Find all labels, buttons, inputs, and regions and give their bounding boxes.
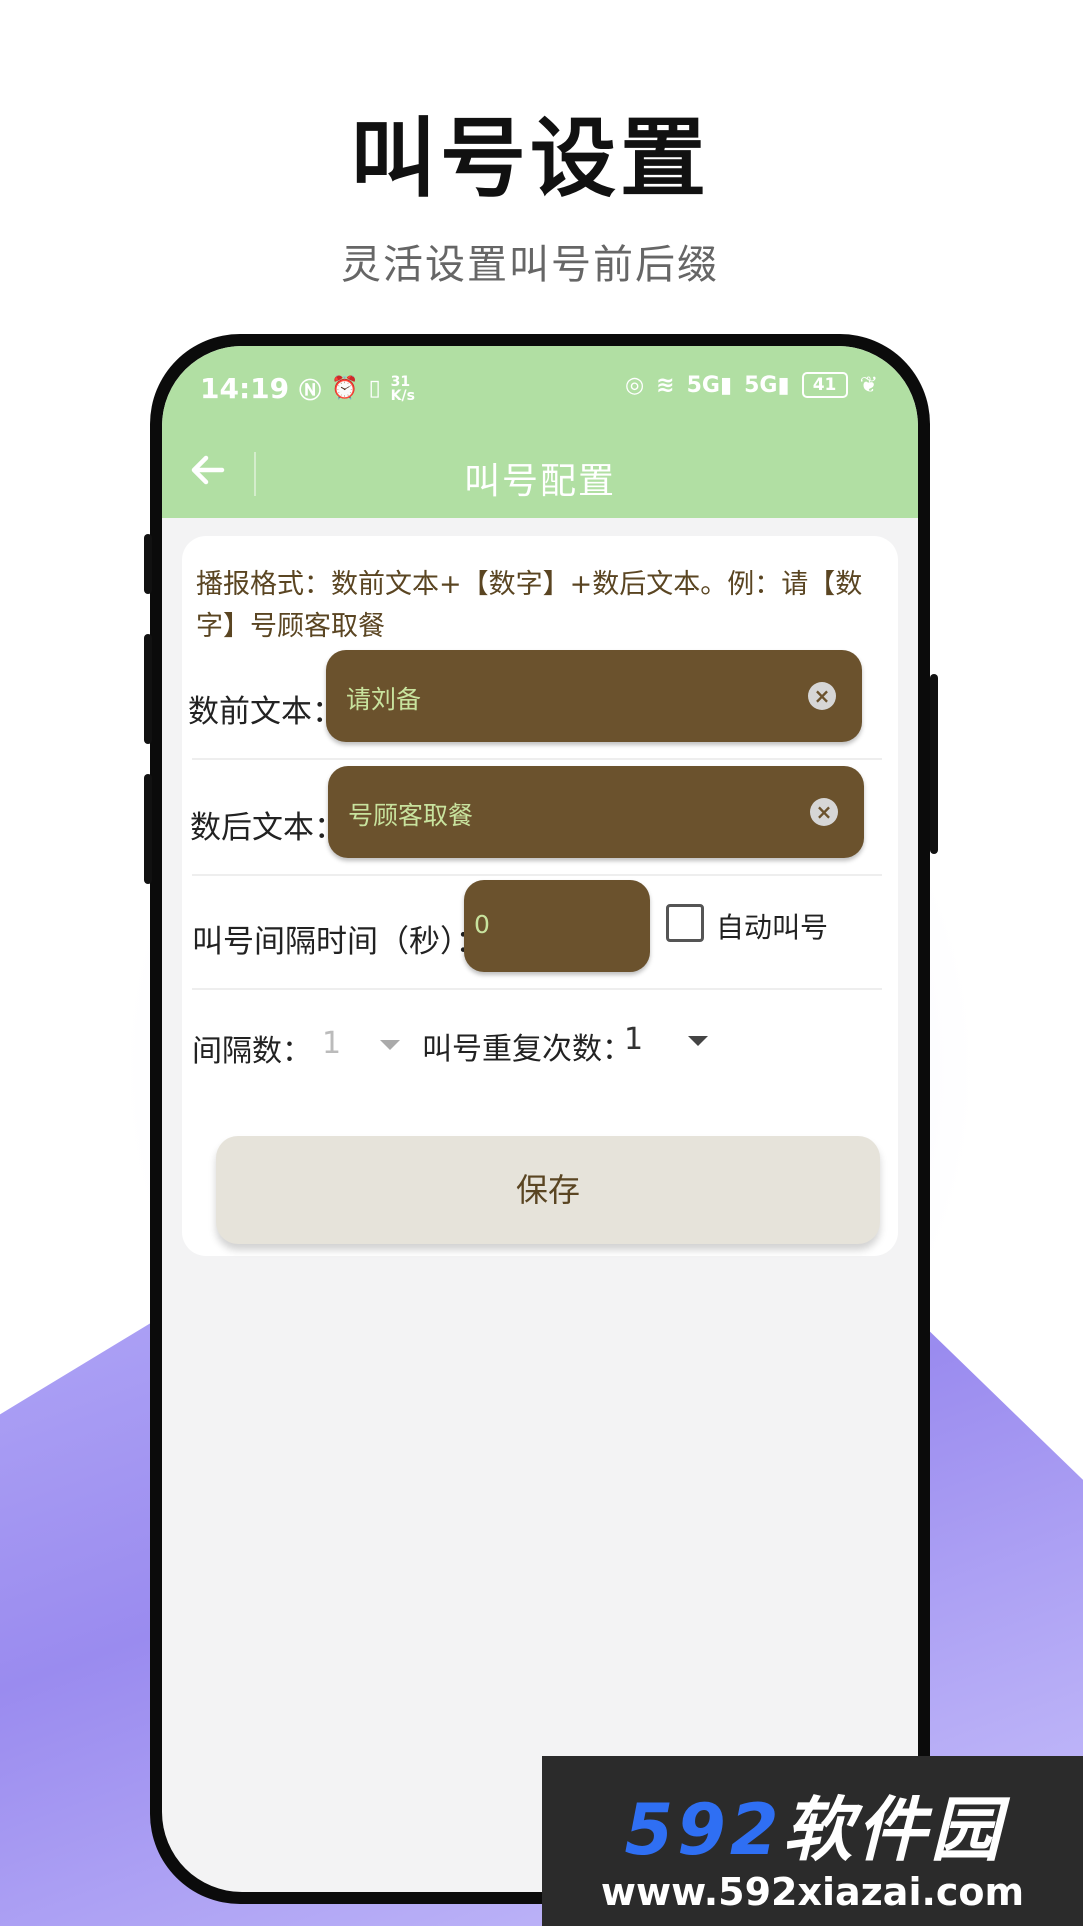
interval-time-value: 0	[474, 910, 490, 939]
nfc-icon: Ⓝ	[299, 378, 322, 404]
suffix-input-value: 号顾客取餐	[348, 801, 474, 830]
interval-time-input[interactable]: 0	[464, 880, 650, 972]
hero-title: 叫号设置	[350, 109, 710, 209]
watermark-logo: 592软件园	[552, 1774, 1077, 1875]
signal-5g-icon: 5G▮	[686, 372, 733, 398]
signal-5g-icon: 5G▮	[744, 372, 790, 398]
status-time: 14:19	[200, 372, 290, 405]
divider	[192, 988, 882, 990]
interval-count-label: 间隔数：	[192, 1034, 312, 1069]
net-speed: 31 K/s	[390, 373, 415, 404]
watermark-logo-num: 592	[624, 1789, 783, 1871]
phone-frame: 14:19 Ⓝ ⏰ ▯ 31 K/s ◎ ≋ 5G▮ 5G▮ 41 ❦ 叫号配置…	[144, 334, 938, 1904]
chevron-down-icon[interactable]	[380, 1040, 400, 1050]
interval-count-dropdown[interactable]: 1	[322, 1026, 341, 1061]
phone-power-button	[930, 674, 938, 854]
vibrate-icon: ▯	[368, 376, 381, 401]
wifi-icon: ≋	[656, 372, 675, 398]
divider	[192, 874, 882, 876]
phone-screen: 14:19 Ⓝ ⏰ ▯ 31 K/s ◎ ≋ 5G▮ 5G▮ 41 ❦ 叫号配置…	[162, 346, 918, 1892]
phone-side-button	[144, 634, 152, 744]
page-title: 叫号配置	[463, 461, 616, 502]
hotspot-icon: ◎	[624, 372, 645, 398]
app-bar: 14:19 Ⓝ ⏰ ▯ 31 K/s ◎ ≋ 5G▮ 5G▮ 41 ❦ 叫号配置	[162, 346, 918, 518]
format-note: 播报格式：数前文本+【数字】+数后文本。例：请【数字】号顾客取餐	[196, 569, 863, 642]
clear-icon[interactable]: ×	[810, 798, 838, 826]
prefix-label: 数前文本：	[188, 694, 343, 730]
watermark-url: www.592xiazai.com	[600, 1870, 1025, 1914]
suffix-input[interactable]: 号顾客取餐 ×	[328, 766, 864, 858]
watermark: 592软件园 www.592xiazai.com	[542, 1756, 1083, 1926]
chevron-down-icon[interactable]	[688, 1036, 708, 1046]
repeat-count-dropdown[interactable]: 1	[624, 1022, 643, 1057]
auto-call-checkbox[interactable]	[666, 904, 704, 942]
suffix-label: 数后文本：	[190, 810, 345, 846]
save-button[interactable]: 保存	[216, 1136, 880, 1244]
auto-call-label: 自动叫号	[716, 911, 829, 944]
divider	[192, 758, 882, 760]
alarm-icon: ⏰	[331, 376, 359, 401]
clear-icon[interactable]: ×	[808, 682, 836, 710]
watermark-logo-text: 软件园	[782, 1789, 1005, 1871]
prefix-input-value: 请刘备	[346, 685, 422, 714]
repeat-count-label: 叫号重复次数：	[422, 1032, 632, 1067]
leaf-icon: ❦	[859, 372, 878, 398]
phone-side-button	[144, 774, 152, 884]
status-bar: 14:19 Ⓝ ⏰ ▯ 31 K/s ◎ ≋ 5G▮ 5G▮ 41 ❦	[162, 368, 918, 408]
phone-side-button	[144, 534, 152, 594]
prefix-input[interactable]: 请刘备 ×	[326, 650, 862, 742]
interval-time-label: 叫号间隔时间（秒）：	[192, 924, 487, 960]
settings-card: 播报格式：数前文本+【数字】+数后文本。例：请【数字】号顾客取餐 数前文本： 请…	[182, 536, 898, 1256]
hero-subtitle: 灵活设置叫号前后缀	[341, 242, 719, 288]
battery-icon: 41	[801, 372, 848, 398]
